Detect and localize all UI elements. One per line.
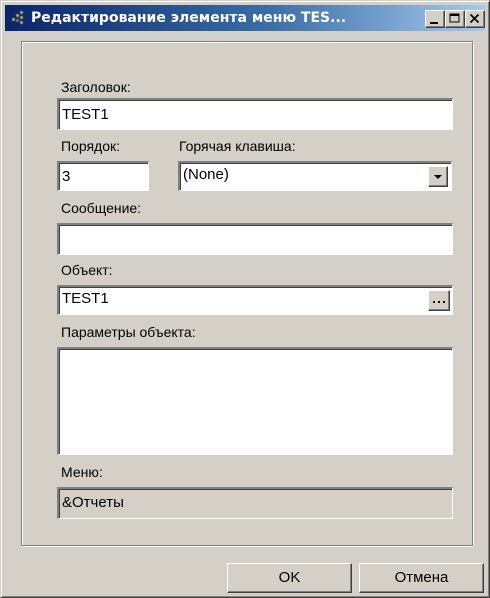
- object-value: TEST1: [62, 290, 109, 307]
- object-label: Объект:: [61, 262, 113, 278]
- hotkey-dropdown-button[interactable]: [428, 166, 448, 187]
- minimize-icon: [430, 22, 438, 24]
- object-field[interactable]: TEST1: [57, 285, 453, 315]
- params-textarea[interactable]: [57, 347, 453, 455]
- hotkey-select[interactable]: (None): [178, 161, 452, 191]
- hotkey-selected-value: (None): [183, 166, 229, 183]
- window-title: Редактирование элемента меню TES...: [31, 10, 347, 26]
- minimize-button[interactable]: [425, 10, 445, 28]
- ok-button[interactable]: OK: [227, 563, 352, 593]
- menu-value: &Отчеты: [62, 494, 124, 511]
- dialog-window: Редактирование элемента меню TES... Заго…: [0, 0, 490, 598]
- title-bar[interactable]: Редактирование элемента меню TES...: [5, 5, 485, 31]
- object-browse-button[interactable]: [428, 290, 450, 311]
- params-label: Параметры объекта:: [61, 324, 196, 340]
- order-label: Порядок:: [61, 138, 121, 154]
- hotkey-label: Горячая клавиша:: [179, 138, 296, 154]
- ellipsis-icon: [433, 301, 445, 303]
- chevron-down-icon: [434, 175, 442, 179]
- close-button[interactable]: [465, 10, 485, 28]
- order-input[interactable]: [57, 161, 149, 191]
- message-label: Сообщение:: [61, 200, 142, 216]
- close-icon: [469, 13, 480, 24]
- caption-label: Заголовок:: [61, 79, 131, 95]
- maximize-icon: [449, 13, 460, 23]
- menu-edit-icon: [10, 9, 28, 27]
- cancel-button[interactable]: Отмена: [359, 563, 484, 593]
- message-input[interactable]: [57, 223, 453, 255]
- menu-field: &Отчеты: [57, 487, 453, 519]
- maximize-button[interactable]: [445, 10, 465, 28]
- caption-input[interactable]: [57, 98, 453, 130]
- menu-label: Меню:: [61, 464, 103, 480]
